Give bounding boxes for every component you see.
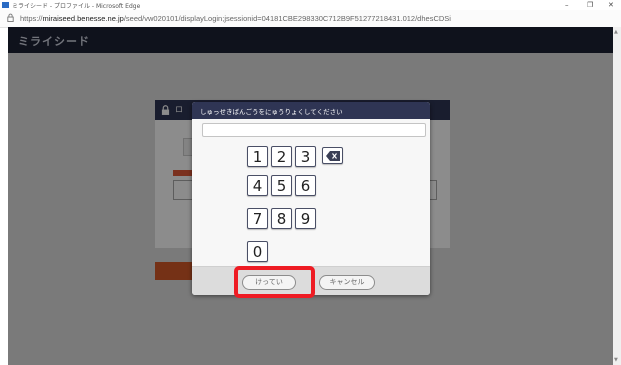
browser-titlebar: ミライシード - プロファイル - Microsoft Edge – ❐ ✕ [0, 0, 621, 10]
url-text[interactable]: https://miraiseed.benesse.ne.jp/seed/vw0… [20, 14, 451, 23]
key-5[interactable]: 5 [271, 175, 292, 196]
backspace-icon [326, 151, 340, 161]
key-6[interactable]: 6 [295, 175, 316, 196]
restore-button[interactable]: ❐ [587, 0, 593, 10]
url-path: /seed/vw020101/displayLogin;jsessionid=0… [123, 14, 451, 23]
cancel-button[interactable]: キャンセル [319, 275, 375, 290]
close-window-button[interactable]: ✕ [608, 0, 614, 10]
key-8[interactable]: 8 [271, 208, 292, 229]
key-4[interactable]: 4 [247, 175, 268, 196]
edge-app-icon [2, 2, 9, 8]
window-title: ミライシード - プロファイル - Microsoft Edge [12, 3, 141, 10]
key-0[interactable]: 0 [247, 241, 268, 262]
key-9[interactable]: 9 [295, 208, 316, 229]
scroll-down-icon[interactable]: ▼ [614, 357, 618, 363]
seat-number-input[interactable] [202, 123, 426, 137]
key-1[interactable]: 1 [247, 146, 268, 167]
url-prefix: https:// [20, 14, 43, 23]
address-bar[interactable]: https://miraiseed.benesse.ne.jp/seed/vw0… [0, 10, 621, 28]
scrollbar[interactable]: ▲ ▼ [613, 27, 621, 365]
dialog-title: しゅっせきばんごうをにゅうりょくしてください [200, 108, 343, 116]
confirm-highlight-frame [234, 266, 315, 298]
backspace-key[interactable] [322, 147, 343, 164]
key-2[interactable]: 2 [271, 146, 292, 167]
lock-icon [7, 13, 14, 22]
key-3[interactable]: 3 [295, 146, 316, 167]
minimize-button[interactable]: – [565, 0, 569, 10]
key-7[interactable]: 7 [247, 208, 268, 229]
url-host: miraiseed.benesse.ne.jp [42, 14, 124, 23]
scroll-up-icon[interactable]: ▲ [614, 29, 618, 35]
dialog-header: しゅっせきばんごうをにゅうりょくしてください [192, 102, 430, 119]
